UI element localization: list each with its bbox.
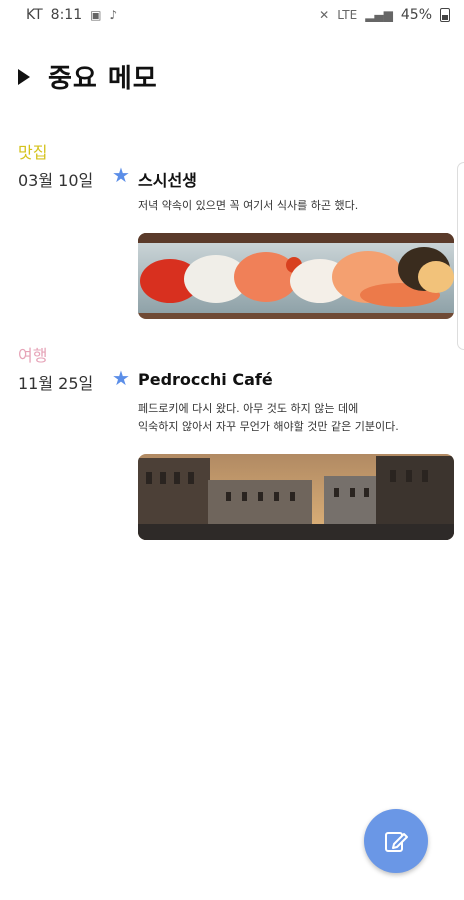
side-scroll-handle[interactable] xyxy=(457,162,464,350)
sushi-image xyxy=(138,233,454,319)
collapse-arrow-icon[interactable] xyxy=(18,68,30,85)
memo-body: 저녁 약속이 있으면 꼭 여기서 식사를 하곤 했다. xyxy=(138,199,359,212)
header: 중요 메모 xyxy=(18,58,158,95)
star-icon[interactable]: ★ xyxy=(112,368,130,388)
memo-category: 맛집 xyxy=(18,143,48,162)
mute-icon: ✕ xyxy=(319,8,330,22)
memo-body-line: 익숙하지 않아서 자꾸 무언가 해야할 것만 같은 기분이다. xyxy=(138,420,399,433)
memo-date: 03월 10일 xyxy=(18,171,94,190)
music-icon: ♪ xyxy=(109,8,118,22)
page-title: 중요 메모 xyxy=(48,64,158,94)
memo-title: 스시선생 xyxy=(138,171,197,190)
memo-body-line: 페드로키에 다시 왔다. 아무 것도 하지 않는 데에 xyxy=(138,402,359,415)
status-right: ✕ LTE ▂▄▆ 45% xyxy=(319,7,450,23)
status-bar: KT 8:11 ▣ ♪ ✕ LTE ▂▄▆ 45% xyxy=(0,0,464,30)
battery-icon xyxy=(440,8,450,22)
network-type: LTE xyxy=(337,8,358,22)
signal-icon: ▂▄▆ xyxy=(365,8,393,22)
clock: 8:11 xyxy=(50,7,83,23)
star-icon[interactable]: ★ xyxy=(112,165,130,185)
memo-category: 여행 xyxy=(18,346,48,365)
edit-icon xyxy=(385,832,408,852)
memo-date: 11월 25일 xyxy=(18,374,94,393)
venice-street-image xyxy=(138,454,454,540)
compose-memo-button[interactable] xyxy=(364,809,428,873)
carrier-label: KT xyxy=(26,7,43,23)
gallery-icon: ▣ xyxy=(90,8,102,22)
battery-percent: 45% xyxy=(400,7,432,23)
memo-title: Pedrocchi Café xyxy=(138,370,273,389)
status-left: KT 8:11 ▣ ♪ xyxy=(26,7,117,23)
memo-body: 페드로키에 다시 왔다. 아무 것도 하지 않는 데에 익숙하지 않아서 자꾸 … xyxy=(138,400,458,436)
